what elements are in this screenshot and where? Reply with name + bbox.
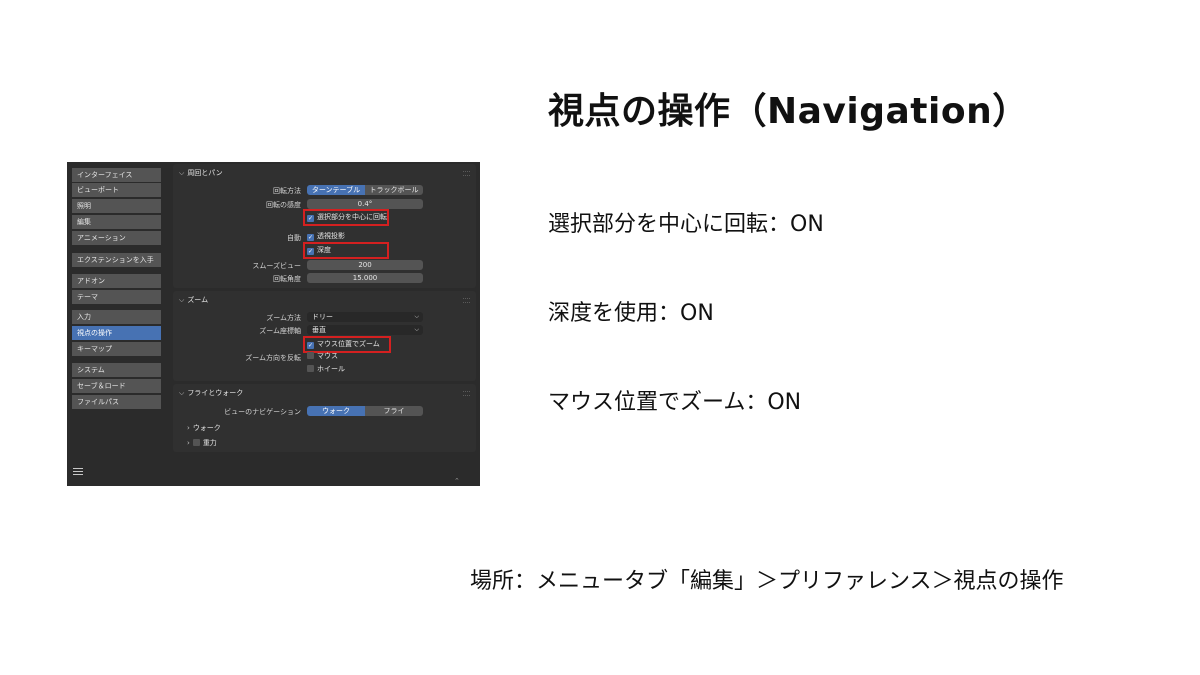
zoom-panel: ⌵ ズーム ズーム方法 ドリー ⌵ ズーム座標軸 垂直 ⌵ ✓ マウス位置でズーム ズー…: [173, 291, 476, 381]
zoom-axis-label: ズーム座標軸: [259, 327, 301, 335]
slide-title: 視点の操作（Navigation）: [548, 91, 1029, 132]
chevron-right-icon: ›: [187, 424, 190, 432]
rotation-angle-field[interactable]: 15.000: [307, 273, 423, 283]
auto-perspective-label: 透視投影: [317, 232, 345, 240]
view-navigation-walk[interactable]: ウォーク: [307, 406, 365, 416]
smooth-view-label: スムーズビュー: [252, 262, 301, 270]
sidebar-item-viewport[interactable]: ビューポート: [72, 183, 161, 197]
sidebar-item-system[interactable]: システム: [72, 363, 161, 377]
highlight-zoom-to-mouse: [303, 336, 391, 353]
invert-mouse-checkbox[interactable]: マウス: [307, 352, 338, 361]
sidebar-item-save-load[interactable]: セーブ＆ロード: [72, 379, 161, 393]
orbit-sensitivity-label: 回転の感度: [266, 201, 301, 209]
checkmark-icon: ✓: [307, 234, 314, 241]
orbit-pan-panel: ⌵ 周回とパン 回転方法 ターンテーブル トラックボール 回転の感度 0.4° ✓…: [173, 164, 476, 288]
sidebar-item-get-extensions[interactable]: エクステンションを入手: [72, 253, 161, 267]
sidebar-item-addons[interactable]: アドオン: [72, 274, 161, 288]
gravity-label: 重力: [202, 439, 217, 447]
walk-subpanel-label: ウォーク: [192, 424, 221, 432]
sidebar-item-themes[interactable]: テーマ: [72, 290, 161, 304]
invert-zoom-label: ズーム方向を反転: [245, 354, 301, 362]
checkbox-empty: [307, 352, 314, 359]
note-auto-depth: 深度を使用：ON: [548, 301, 714, 326]
chevron-down-icon: ⌵: [179, 296, 185, 304]
gravity-subpanel-toggle[interactable]: › 重力: [187, 439, 217, 448]
grip-icon[interactable]: [463, 298, 470, 303]
gravity-checkbox[interactable]: [192, 439, 200, 446]
highlight-auto-depth: [303, 242, 389, 259]
zoom-axis-value: 垂直: [312, 326, 326, 334]
smooth-view-field[interactable]: 200: [307, 260, 423, 270]
zoom-title: ズーム: [187, 296, 209, 304]
checkbox-empty: [307, 365, 314, 372]
auto-perspective-checkbox[interactable]: ✓ 透視投影: [307, 232, 345, 241]
orbit-method-label: 回転方法: [273, 187, 301, 195]
invert-wheel-checkbox[interactable]: ホイール: [307, 365, 345, 374]
zoom-method-label: ズーム方法: [266, 314, 301, 322]
sidebar-item-lights[interactable]: 照明: [72, 199, 161, 213]
orbit-sensitivity-field[interactable]: 0.4°: [307, 199, 423, 209]
sidebar-item-animation[interactable]: アニメーション: [72, 231, 161, 245]
orbit-pan-title: 周回とパン: [187, 169, 223, 177]
sidebar-item-keymap[interactable]: キーマップ: [72, 342, 161, 356]
sidebar-item-editing[interactable]: 編集: [72, 215, 161, 229]
chevron-down-icon: ⌵: [414, 313, 419, 320]
fly-walk-header[interactable]: ⌵ フライとウォーク: [179, 388, 243, 398]
zoom-axis-dropdown[interactable]: 垂直 ⌵: [307, 325, 423, 335]
view-navigation-label: ビューのナビゲーション: [224, 408, 301, 416]
chevron-down-icon: ⌵: [414, 326, 419, 333]
highlight-orbit-selection: [303, 209, 389, 226]
note-zoom-to-mouse: マウス位置でズーム：ON: [548, 390, 802, 415]
sidebar-item-interface[interactable]: インターフェイス: [72, 168, 161, 182]
fly-walk-panel: ⌵ フライとウォーク ビューのナビゲーション ウォーク フライ › ウォーク › 重力: [173, 384, 476, 452]
preferences-content: ⌵ 周回とパン 回転方法 ターンテーブル トラックボール 回転の感度 0.4° ✓…: [171, 162, 476, 486]
invert-mouse-label: マウス: [317, 352, 338, 360]
zoom-header[interactable]: ⌵ ズーム: [179, 295, 208, 305]
zoom-method-value: ドリー: [312, 313, 333, 321]
chevron-down-icon: ⌵: [179, 169, 185, 177]
rotation-angle-label: 回転角度: [273, 275, 301, 283]
preferences-window: インターフェイス ビューポート 照明 編集 アニメーション エクステンションを入…: [67, 162, 480, 486]
location-text: 場所：メニュータブ「編集」＞プリファレンス＞視点の操作: [470, 569, 1064, 594]
orbit-method-trackball[interactable]: トラックボール: [365, 185, 423, 195]
chevron-right-icon: ›: [187, 439, 190, 447]
note-orbit-selection: 選択部分を中心に回転：ON: [548, 212, 824, 237]
zoom-method-dropdown[interactable]: ドリー ⌵: [307, 312, 423, 322]
walk-subpanel-toggle[interactable]: › ウォーク: [187, 424, 221, 433]
hamburger-menu-icon[interactable]: [73, 468, 83, 476]
invert-wheel-label: ホイール: [317, 365, 345, 373]
preferences-sidebar: インターフェイス ビューポート 照明 編集 アニメーション エクステンションを入…: [67, 162, 167, 486]
grip-icon[interactable]: [463, 391, 470, 396]
fly-walk-title: フライとウォーク: [187, 389, 244, 397]
chevron-up-icon[interactable]: ⌃: [454, 478, 462, 485]
sidebar-item-navigation[interactable]: 視点の操作: [72, 326, 161, 340]
auto-label: 自動: [287, 234, 301, 242]
chevron-down-icon: ⌵: [179, 389, 185, 397]
orbit-pan-header[interactable]: ⌵ 周回とパン: [179, 168, 223, 178]
orbit-method-turntable[interactable]: ターンテーブル: [307, 185, 365, 195]
view-navigation-fly[interactable]: フライ: [365, 406, 423, 416]
grip-icon[interactable]: [463, 171, 470, 176]
sidebar-item-input[interactable]: 入力: [72, 310, 161, 324]
sidebar-item-file-paths[interactable]: ファイルパス: [72, 395, 161, 409]
